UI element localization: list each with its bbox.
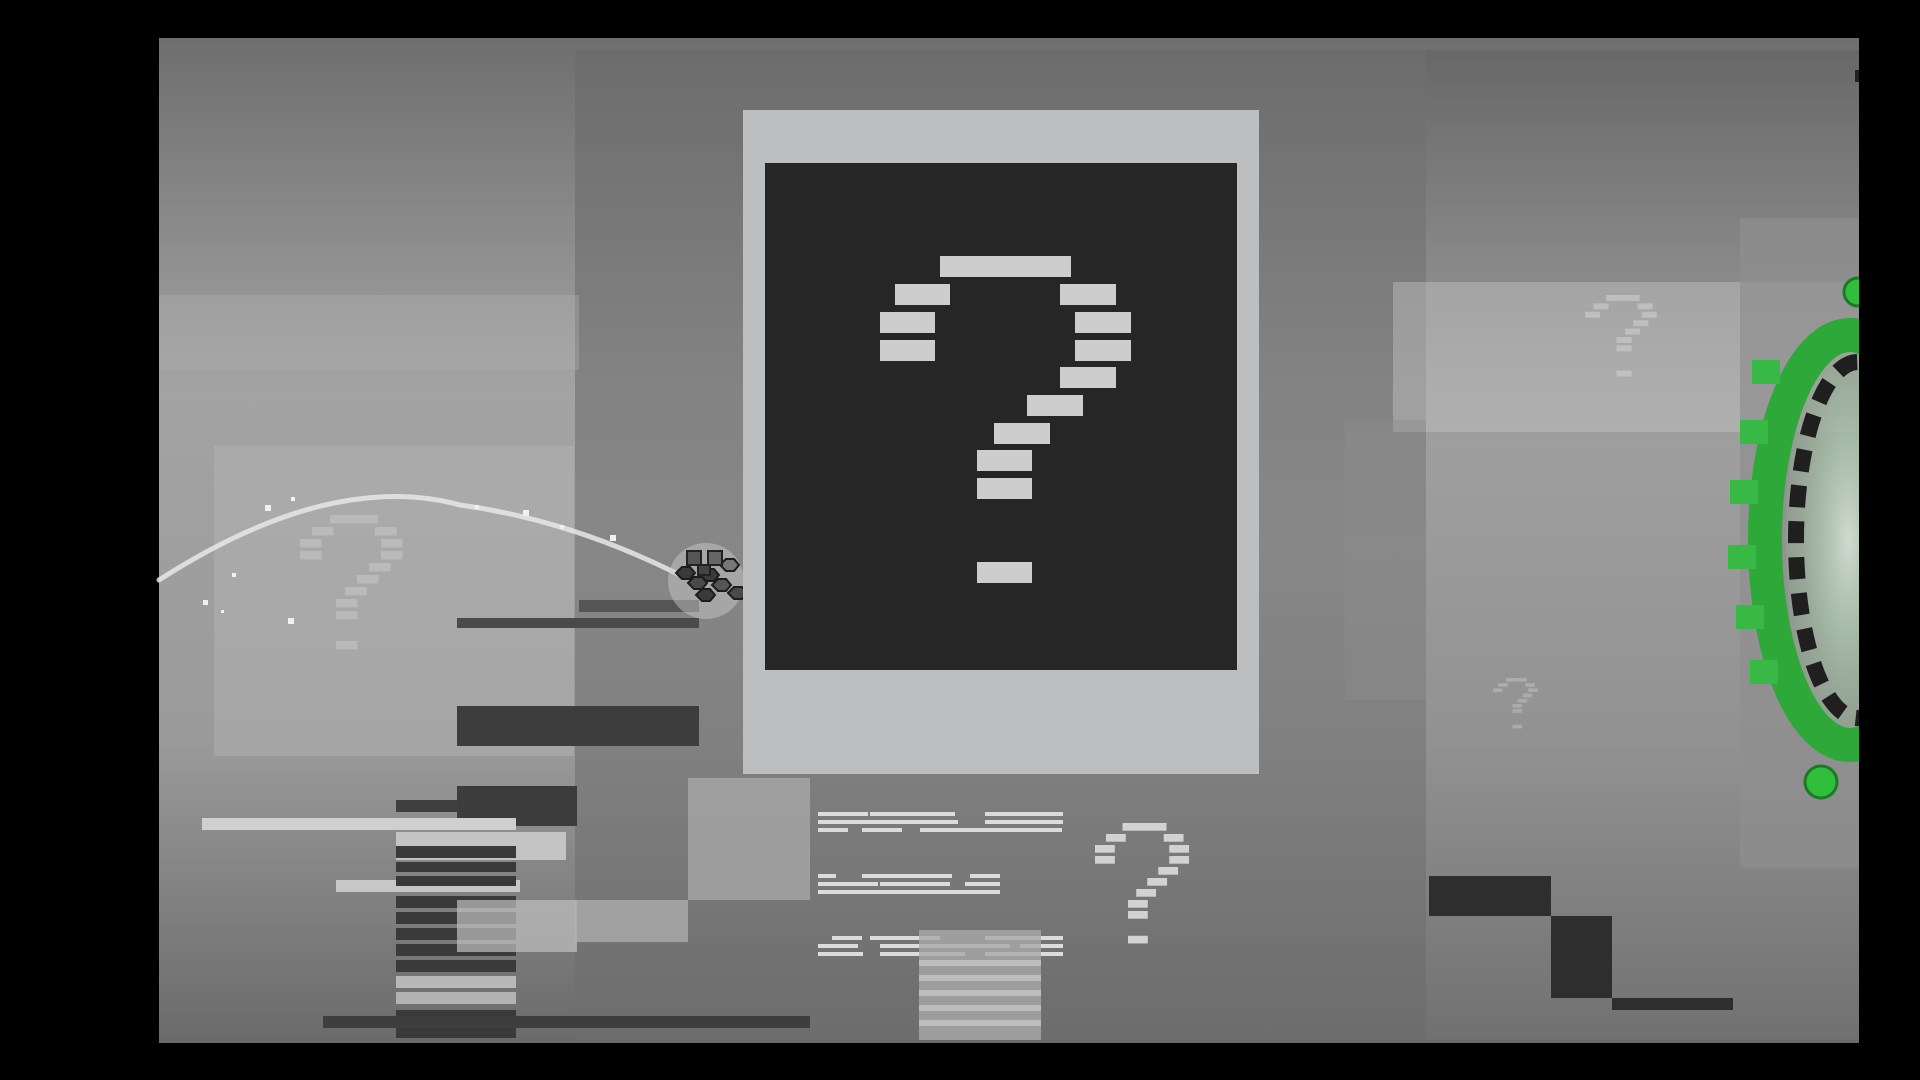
letterbox-bottom: [0, 1043, 1920, 1080]
mystery-panel: [743, 110, 1259, 774]
letterbox-top: [0, 0, 1920, 38]
mystery-panel-screen: [765, 163, 1237, 670]
game-canvas: [0, 0, 1920, 1080]
letterbox-left: [0, 0, 159, 1080]
portal-orb-bottom: [1803, 764, 1839, 800]
game-screen: [0, 0, 1920, 1080]
